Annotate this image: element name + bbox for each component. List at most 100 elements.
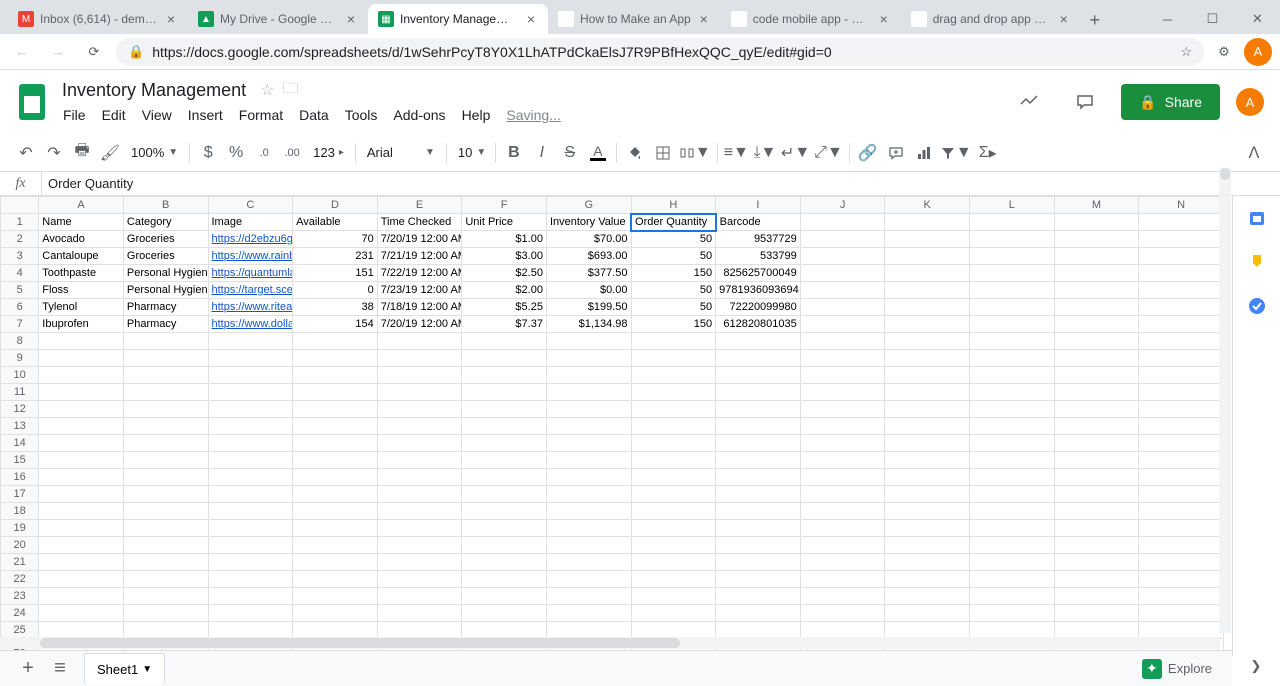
- cell[interactable]: [800, 469, 885, 486]
- tab-close-icon[interactable]: ×: [877, 12, 891, 26]
- window-maximize-button[interactable]: ☐: [1190, 4, 1235, 34]
- cell[interactable]: Category: [123, 214, 208, 231]
- cell[interactable]: [39, 486, 124, 503]
- cell[interactable]: [885, 333, 970, 350]
- cell[interactable]: [885, 282, 970, 299]
- cell[interactable]: [631, 588, 716, 605]
- cell[interactable]: [377, 435, 462, 452]
- cell[interactable]: [377, 554, 462, 571]
- cell[interactable]: Floss: [39, 282, 124, 299]
- cell[interactable]: [885, 435, 970, 452]
- paint-format-button[interactable]: 🖌: [96, 139, 124, 167]
- cell[interactable]: $2.00: [462, 282, 547, 299]
- cell[interactable]: [462, 503, 547, 520]
- cell[interactable]: [1054, 503, 1139, 520]
- cell[interactable]: 825625700049: [716, 265, 801, 282]
- row-header[interactable]: 22: [1, 571, 39, 588]
- menu-help[interactable]: Help: [455, 105, 498, 125]
- cell[interactable]: Inventory Value: [546, 214, 631, 231]
- rotate-button[interactable]: ⤢▼: [812, 139, 845, 167]
- cell[interactable]: [462, 571, 547, 588]
- cell[interactable]: 70: [293, 231, 378, 248]
- cell[interactable]: [1139, 265, 1224, 282]
- v-align-button[interactable]: ⤓▼: [751, 139, 779, 167]
- cell[interactable]: [969, 265, 1054, 282]
- cell[interactable]: [462, 333, 547, 350]
- cell[interactable]: [377, 537, 462, 554]
- cell[interactable]: [885, 384, 970, 401]
- cell[interactable]: [969, 248, 1054, 265]
- column-header[interactable]: D: [293, 197, 378, 214]
- cell[interactable]: [293, 486, 378, 503]
- cell[interactable]: [377, 350, 462, 367]
- cell[interactable]: [293, 452, 378, 469]
- row-header[interactable]: 24: [1, 605, 39, 622]
- cell[interactable]: [885, 418, 970, 435]
- cell[interactable]: [462, 452, 547, 469]
- column-header[interactable]: C: [208, 197, 293, 214]
- cell[interactable]: [377, 571, 462, 588]
- tab-close-icon[interactable]: ×: [344, 12, 358, 26]
- extension-icon[interactable]: ⚙: [1212, 40, 1236, 64]
- back-button[interactable]: ←: [8, 38, 36, 66]
- cell[interactable]: [969, 333, 1054, 350]
- cell[interactable]: 9781936093694: [716, 282, 801, 299]
- cell[interactable]: [546, 588, 631, 605]
- cell[interactable]: [293, 520, 378, 537]
- cell[interactable]: [800, 622, 885, 639]
- cell[interactable]: [800, 486, 885, 503]
- cell[interactable]: https://www.dolla: [208, 316, 293, 333]
- cell[interactable]: [546, 571, 631, 588]
- column-header[interactable]: I: [716, 197, 801, 214]
- cell[interactable]: [39, 469, 124, 486]
- cell[interactable]: 0: [293, 282, 378, 299]
- cell[interactable]: [631, 418, 716, 435]
- cell[interactable]: [546, 469, 631, 486]
- cell[interactable]: [631, 367, 716, 384]
- menu-edit[interactable]: Edit: [95, 105, 133, 125]
- column-header[interactable]: L: [969, 197, 1054, 214]
- tab-close-icon[interactable]: ×: [164, 12, 178, 26]
- menu-tools[interactable]: Tools: [338, 105, 385, 125]
- cell[interactable]: [631, 520, 716, 537]
- cell[interactable]: [800, 452, 885, 469]
- font-size-select[interactable]: 10▼: [451, 141, 491, 165]
- cell[interactable]: $2.50: [462, 265, 547, 282]
- cell[interactable]: [123, 554, 208, 571]
- cell[interactable]: [885, 469, 970, 486]
- cell[interactable]: [885, 248, 970, 265]
- cell[interactable]: [208, 503, 293, 520]
- cell[interactable]: [631, 469, 716, 486]
- functions-button[interactable]: Σ▸: [974, 139, 1002, 167]
- cell[interactable]: Pharmacy: [123, 316, 208, 333]
- cell[interactable]: Order Quantity: [631, 214, 716, 231]
- browser-tab[interactable]: MInbox (6,614) - demos@1tra×: [8, 4, 188, 34]
- cell[interactable]: $70.00: [546, 231, 631, 248]
- cell[interactable]: [208, 520, 293, 537]
- cell[interactable]: [1054, 486, 1139, 503]
- row-header[interactable]: 9: [1, 350, 39, 367]
- document-title[interactable]: Inventory Management: [56, 78, 252, 103]
- cell[interactable]: [293, 384, 378, 401]
- cell[interactable]: [293, 367, 378, 384]
- cell[interactable]: [885, 622, 970, 639]
- cell[interactable]: [885, 214, 970, 231]
- cell[interactable]: [462, 350, 547, 367]
- cell[interactable]: [969, 469, 1054, 486]
- cell[interactable]: [800, 571, 885, 588]
- cell[interactable]: 50: [631, 231, 716, 248]
- row-header[interactable]: 20: [1, 537, 39, 554]
- cell[interactable]: [800, 231, 885, 248]
- cell[interactable]: [208, 452, 293, 469]
- cell[interactable]: [377, 503, 462, 520]
- cell[interactable]: [885, 401, 970, 418]
- cell[interactable]: [716, 622, 801, 639]
- column-header[interactable]: N: [1139, 197, 1224, 214]
- text-color-button[interactable]: A: [584, 139, 612, 167]
- cell[interactable]: Pharmacy: [123, 299, 208, 316]
- currency-button[interactable]: $: [194, 139, 222, 167]
- cell[interactable]: [1054, 316, 1139, 333]
- cell[interactable]: [462, 469, 547, 486]
- column-header[interactable]: H: [631, 197, 716, 214]
- cell[interactable]: [716, 520, 801, 537]
